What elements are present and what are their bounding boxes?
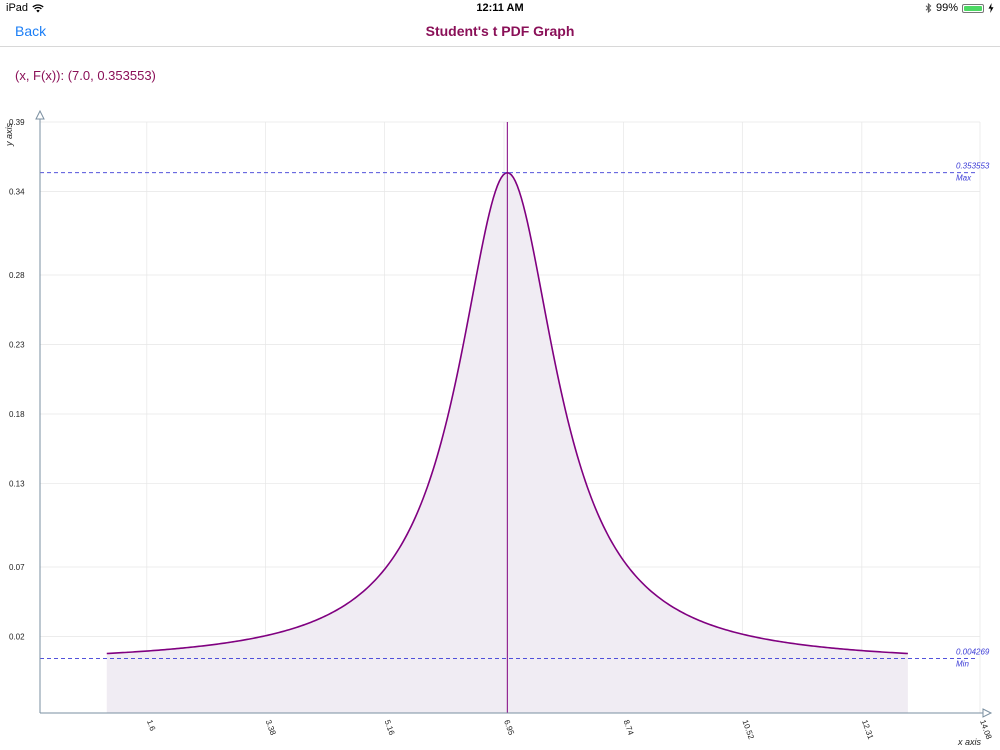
y-tick-label: 0.28: [9, 271, 25, 280]
y-tick-label: 0.07: [9, 563, 25, 572]
y-axis-arrow-icon: [35, 109, 45, 120]
x-tick-labels: 1.6 3.38 5.16 6.95 8.74 10.52 12.31 14.08: [145, 719, 994, 741]
x-axis-arrow-icon: [982, 708, 993, 718]
pdf-chart[interactable]: 0.020.070.130.180.230.280.340.39 1.6 3.38…: [0, 0, 1000, 750]
x-axis-title: x axis: [957, 737, 982, 747]
y-tick-label: 0.18: [9, 410, 25, 419]
max-value-label: 0.353553: [956, 162, 990, 171]
x-tick-label: 1.6: [145, 719, 157, 733]
x-tick-label: 10.52: [740, 719, 755, 741]
x-tick-label: 12.31: [860, 719, 875, 741]
max-label: Max: [956, 174, 972, 183]
x-tick-label: 6.95: [502, 719, 516, 737]
x-tick-label: 8.74: [622, 719, 636, 737]
min-value-label: 0.004269: [956, 647, 990, 656]
y-tick-label: 0.34: [9, 188, 25, 197]
y-tick-label: 0.02: [9, 633, 25, 642]
x-tick-label: 5.16: [383, 719, 397, 737]
x-tick-label: 3.38: [264, 719, 278, 737]
y-tick-label: 0.13: [9, 480, 25, 489]
y-axis-title: y axis: [4, 122, 14, 147]
min-label: Min: [956, 659, 969, 668]
y-tick-label: 0.23: [9, 340, 25, 349]
y-tick-labels: 0.020.070.130.180.230.280.340.39: [9, 118, 25, 642]
